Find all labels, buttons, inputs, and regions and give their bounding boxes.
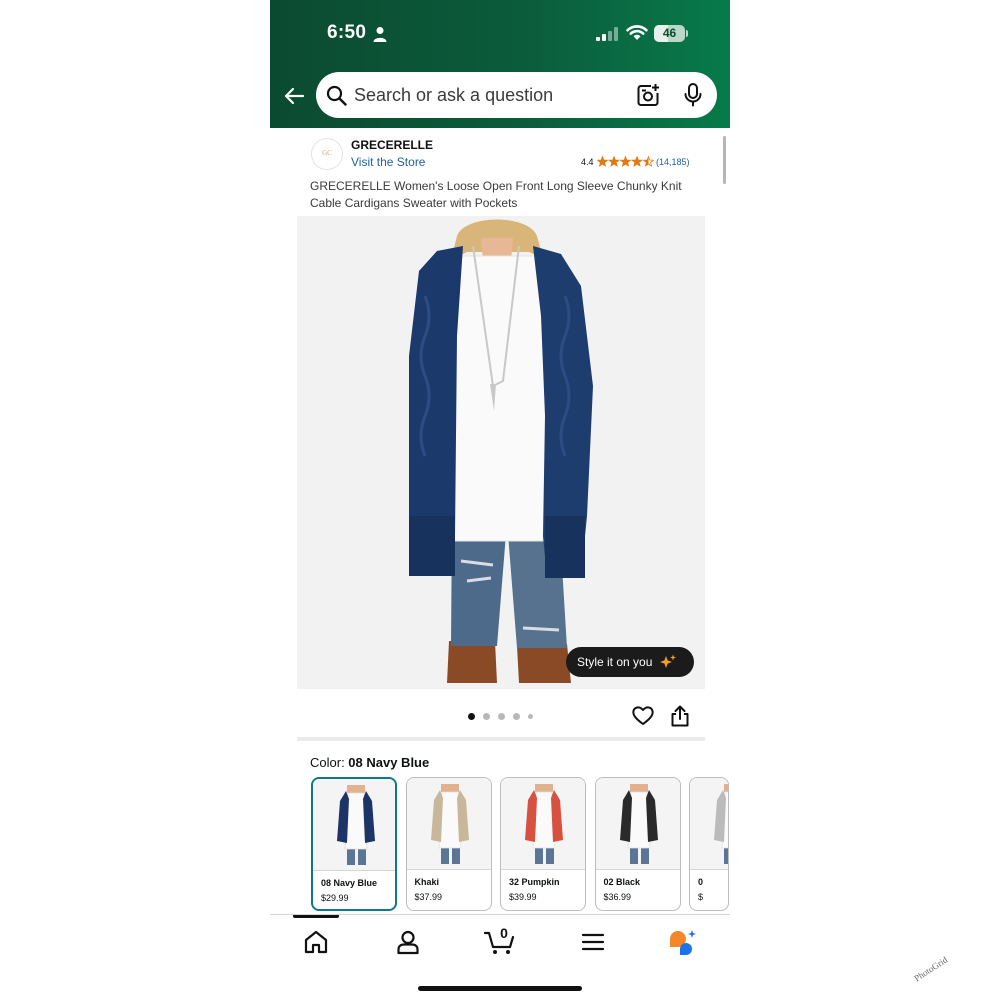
search-bar[interactable] [316,72,717,118]
style-it-on-you-button[interactable]: Style it on you [566,647,694,677]
color-label-prefix: Color: [310,755,349,770]
swatch-image [501,778,585,870]
wifi-icon [626,25,648,40]
swatch-price: $39.99 [509,892,537,902]
color-swatch[interactable]: 02 Black $36.99 [594,777,681,911]
rufus-icon[interactable] [668,929,698,955]
color-swatch[interactable]: 32 Pumpkin $39.99 [500,777,586,911]
battery-percent: 46 [662,26,677,40]
pagination-dot[interactable] [528,714,533,719]
swatch-price: $37.99 [414,892,443,902]
swatch-price: $29.99 [321,893,349,903]
brand-logo-text: GC [322,149,332,157]
star-icon [607,156,621,167]
swatch-image [595,778,680,870]
battery-indicator: 46 [654,25,688,42]
person-icon [373,27,387,42]
scrollbar[interactable] [723,136,726,184]
search-icon [326,85,347,106]
swatch-name: 0 [698,877,704,887]
section-divider [297,737,705,741]
star-rating[interactable] [597,156,655,167]
swatch-price: $ [698,892,704,902]
visit-store-link[interactable]: Visit the Store [351,155,425,169]
swatch-name: 08 Navy Blue [321,878,378,888]
model-illustration [297,216,705,689]
app-header: 6:50 46 [270,0,730,128]
selected-color-value: 08 Navy Blue [348,755,430,770]
heart-icon[interactable] [632,705,654,726]
swatch-name: Khaki [414,877,440,887]
review-count-link[interactable]: (14,185) [656,157,690,167]
swatch-name: 32 Pumpkin [509,877,560,887]
swatch-price: $36.99 [603,892,632,902]
watermark: PhotoGrid [912,954,950,984]
star-icon [597,156,609,167]
menu-icon[interactable] [580,929,606,955]
color-label: Color: 08 Navy Blue [310,755,429,770]
share-icon[interactable] [670,705,690,727]
product-image[interactable] [297,216,705,689]
camera-icon[interactable] [636,83,660,107]
style-button-label: Style it on you [577,655,653,669]
phone-screen: 6:50 46 Search or ask a question GC GREC… [270,0,730,1000]
account-icon[interactable] [395,929,421,955]
star-icon [642,156,655,167]
home-icon[interactable] [303,929,329,955]
swatch-image [313,779,395,871]
product-title: GRECERELLE Women's Loose Open Front Long… [310,179,682,210]
pagination-dot[interactable] [513,713,520,720]
color-swatch[interactable]: Khaki $37.99 [405,777,492,911]
color-swatch[interactable]: 08 Navy Blue $29.99 [311,777,397,911]
swatch-image [406,778,491,870]
swatch-name: 02 Black [603,877,641,887]
pagination-dot[interactable] [483,713,490,720]
cart-count: 0 [500,925,508,941]
star-icon [630,156,644,167]
star-icon [619,156,632,167]
search-input[interactable] [354,72,624,118]
brand-logo[interactable]: GC [311,138,343,170]
color-swatch[interactable]: 0 $ [689,777,729,911]
pagination-dot[interactable] [498,713,505,720]
home-indicator[interactable] [418,986,582,991]
sparkle-icon [660,654,676,668]
back-arrow-icon[interactable] [282,84,306,108]
pagination-dot[interactable] [468,713,475,720]
swatch-image [690,778,728,870]
brand-name: GRECERELLE [351,138,434,152]
status-time: 6:50 [327,22,367,43]
active-tab-indicator [293,915,339,918]
rating-value: 4.4 [581,157,594,167]
mic-icon[interactable] [682,83,704,107]
signal-icon [596,27,618,41]
